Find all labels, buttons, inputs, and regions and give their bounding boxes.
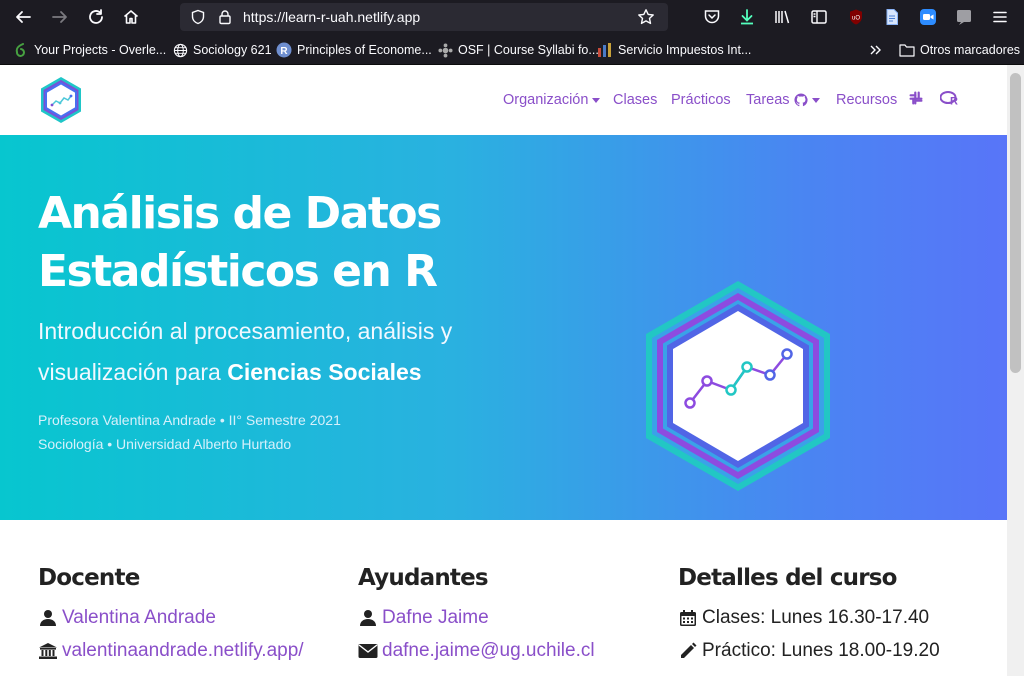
calendar-icon xyxy=(678,608,698,628)
pocket-icon[interactable] xyxy=(699,4,725,30)
home-icon[interactable] xyxy=(118,4,144,30)
nav-practicos[interactable]: Prácticos xyxy=(671,92,731,108)
user-icon xyxy=(38,608,58,628)
shield-icon[interactable] xyxy=(189,8,207,26)
site-navbar: Organización Clases Prácticos Tareas Rec… xyxy=(0,65,1007,135)
nav-clases[interactable]: Clases xyxy=(613,92,657,108)
envelope-icon xyxy=(358,641,378,661)
osf-icon xyxy=(437,42,453,58)
section-heading: Ayudantes xyxy=(358,565,489,591)
page-title: Análisis de Datos Estadísticos en R xyxy=(38,188,442,297)
clases-row: Clases: Lunes 16.30-17.40 xyxy=(678,601,978,634)
nav-organizacion[interactable]: Organización xyxy=(503,92,601,108)
hero-banner: Análisis de Datos Estadísticos en R Intr… xyxy=(0,135,1007,520)
r-project-icon[interactable]: R xyxy=(940,91,958,106)
url-text[interactable]: https://learn-r-uah.netlify.app xyxy=(243,9,420,25)
docente-website-link[interactable]: valentinaandrade.netlify.app/ xyxy=(62,640,304,662)
page-scrollbar[interactable] xyxy=(1007,65,1024,676)
page-content: Organización Clases Prácticos Tareas Rec… xyxy=(0,65,1007,676)
section-ayudantes: Ayudantes Dafne Jaime dafne.jaime@ug.uch… xyxy=(358,565,658,667)
clases-text: Clases: Lunes 16.30-17.40 xyxy=(702,606,930,628)
zoom-icon[interactable] xyxy=(915,4,941,30)
bookmark-item[interactable]: Your Projects - Overle... xyxy=(13,40,166,60)
docente-name-row: Valentina Andrade xyxy=(38,601,338,634)
url-bar[interactable]: https://learn-r-uah.netlify.app xyxy=(180,3,668,31)
caret-down-icon xyxy=(592,97,601,103)
bookmarks-bar: Your Projects - Overle... Sociology 621 … xyxy=(0,34,1024,65)
sii-icon xyxy=(597,42,613,58)
bookmark-item[interactable]: OSF | Course Syllabi fo... xyxy=(437,40,599,60)
r-logo-icon: R xyxy=(276,42,292,58)
hero-subtitle: Introducción al procesamiento, análisis … xyxy=(38,318,453,385)
bookmark-star-icon[interactable] xyxy=(637,8,655,26)
scrollbar-thumb[interactable] xyxy=(1010,73,1021,373)
slack-icon[interactable] xyxy=(909,91,923,105)
nav-tareas[interactable]: Tareas xyxy=(746,92,820,108)
svg-text:R: R xyxy=(280,46,288,57)
svg-text:R: R xyxy=(950,96,958,107)
section-detalles: Detalles del curso Clases: Lunes 16.30-1… xyxy=(678,565,978,667)
forward-icon[interactable] xyxy=(47,4,73,30)
back-icon[interactable] xyxy=(10,4,36,30)
library-icon[interactable] xyxy=(769,4,795,30)
university-icon xyxy=(38,641,58,661)
overleaf-icon xyxy=(13,42,29,58)
download-icon[interactable] xyxy=(734,4,760,30)
globe-icon xyxy=(172,42,188,58)
practico-text: Práctico: Lunes 18.00-19.20 xyxy=(702,639,940,661)
nav-recursos[interactable]: Recursos xyxy=(836,92,897,108)
bookmark-item[interactable]: Sociology 621 xyxy=(172,40,272,60)
ayudante-name-link[interactable]: Dafne Jaime xyxy=(382,607,489,629)
sidebar-icon[interactable] xyxy=(806,4,832,30)
lock-icon[interactable] xyxy=(216,8,234,26)
menu-icon[interactable] xyxy=(987,4,1013,30)
caret-down-icon xyxy=(811,97,820,103)
hero-meta: Profesora Valentina Andrade • II° Semest… xyxy=(38,412,341,452)
folder-icon xyxy=(899,42,915,58)
section-docente: Docente Valentina Andrade valentinaandra… xyxy=(38,565,338,667)
github-icon xyxy=(793,93,808,107)
site-logo-icon[interactable] xyxy=(38,75,84,125)
ayudante-email-link[interactable]: dafne.jaime@ug.uchile.cl xyxy=(382,640,595,662)
course-hex-logo-icon xyxy=(640,277,836,495)
user-icon xyxy=(358,608,378,628)
document-icon[interactable] xyxy=(879,4,905,30)
docente-website-row: valentinaandrade.netlify.app/ xyxy=(38,634,338,667)
pencil-icon xyxy=(678,641,698,661)
ublock-icon[interactable]: uO xyxy=(843,4,869,30)
practico-row: Práctico: Lunes 18.00-19.20 xyxy=(678,634,978,667)
more-bookmarks-icon[interactable] xyxy=(869,40,883,60)
ayudante-name-row: Dafne Jaime xyxy=(358,601,658,634)
browser-toolbar: https://learn-r-uah.netlify.app uO xyxy=(0,0,1024,34)
bookmark-item[interactable]: R Principles of Econome... xyxy=(276,40,432,60)
svg-text:uO: uO xyxy=(852,16,860,22)
ayudante-email-row: dafne.jaime@ug.uchile.cl xyxy=(358,634,658,667)
docente-name-link[interactable]: Valentina Andrade xyxy=(62,607,216,629)
bookmark-item[interactable]: Servicio Impuestos Int... xyxy=(597,40,751,60)
section-heading: Detalles del curso xyxy=(678,565,897,591)
reload-icon[interactable] xyxy=(83,4,109,30)
other-bookmarks[interactable]: Otros marcadores xyxy=(899,40,1020,60)
extension-icon[interactable] xyxy=(951,4,977,30)
section-heading: Docente xyxy=(38,565,140,591)
